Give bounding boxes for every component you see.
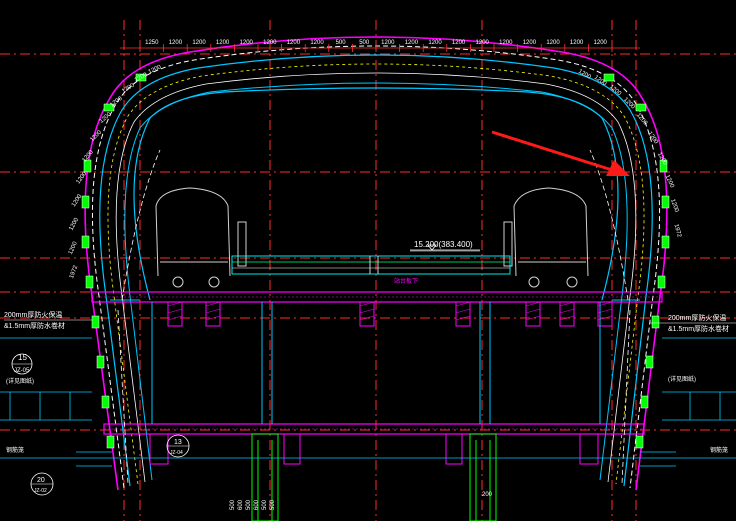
right-arc-dimension-text: 1972	[673, 224, 682, 239]
left-arc-dimension-text: 1200	[134, 72, 149, 84]
left-platform-area	[0, 337, 112, 467]
column-dimension-text: 600	[254, 499, 260, 510]
top-dimension-text: 1200	[476, 40, 490, 46]
track-platform	[231, 250, 511, 275]
right-arc-dimension-text: 1200	[577, 69, 592, 81]
left-arc-dimension-text: 1200	[148, 64, 163, 75]
callout-20-sub: JZ-02	[34, 488, 47, 494]
beam-hatch	[167, 301, 183, 307]
left-arc-dimension-text: 1200	[89, 129, 103, 143]
right-column-dimension: 200	[482, 492, 493, 498]
top-dimension-text: 1200	[452, 40, 466, 46]
left-sub-15: JZ-05	[14, 368, 30, 374]
column-dimension-text: 500	[246, 499, 252, 510]
left-note-line-1: 200mm厚防火保温	[4, 310, 62, 319]
callout-20-number: 20	[37, 477, 45, 484]
platform-note: 站台板下	[394, 277, 418, 285]
cad-drawing-viewport[interactable]: 1250 1200 1200 1200 1200 1200 1200 1200 500 500 12…	[0, 0, 736, 521]
red-arrow-annotation	[491, 130, 630, 176]
right-note-line-1: 200mm厚防火保温	[668, 313, 726, 322]
top-dimension-text: 1200	[310, 40, 324, 46]
bottom-piers	[149, 433, 599, 465]
right-platform-area	[640, 337, 736, 467]
left-side-note: (详见图纸)	[6, 377, 34, 385]
left-arc-dimension-text: 1200	[68, 217, 80, 232]
top-dimension-text: 1200	[216, 40, 230, 46]
left-arc-dimension-text: 1200	[71, 193, 84, 208]
beam-stubs	[167, 301, 613, 327]
beam-hatch	[359, 301, 375, 307]
top-dimension-text: 1200	[263, 40, 277, 46]
left-bottom-label: 钢筋笼	[6, 446, 24, 454]
column-dimension-text: 500	[270, 499, 276, 510]
right-bottom-label: 钢筋笼	[710, 446, 728, 454]
top-dimension-text: 1200	[405, 40, 419, 46]
cad-drawing-canvas[interactable]: 1250 1200 1200 1200 1200 1200 1200 1200 500 500 12…	[0, 0, 736, 521]
column-dimension-text: 500	[262, 499, 268, 510]
beam-hatch	[455, 301, 471, 307]
top-dimension-text: 1200	[523, 40, 537, 46]
top-dimension-text: 1200	[240, 40, 254, 46]
right-arc-dimension-text: 1200	[669, 198, 679, 213]
column-dimension-text: 600	[238, 499, 244, 510]
top-dimension-text: 1200	[381, 40, 395, 46]
beam-hatch	[525, 308, 541, 314]
beam-hatch	[525, 301, 541, 307]
top-dimension-text: 1200	[192, 40, 206, 46]
train-outline-left	[155, 187, 247, 288]
beam-hatch	[359, 308, 375, 314]
top-dimension-text: 1200	[594, 40, 608, 46]
right-note-line-2: &1.5mm厚防水卷材	[668, 324, 729, 333]
beam-hatch	[559, 308, 575, 314]
train-outline-right	[503, 187, 589, 288]
column-dimension-text: 500	[230, 499, 236, 510]
top-dimension-text: 1200	[499, 40, 513, 46]
top-dimension-text: 1200	[570, 40, 584, 46]
beam-hatch	[167, 308, 183, 314]
slab-structure	[91, 291, 663, 435]
top-dimension-text: 500	[336, 40, 347, 46]
bottom-columns	[251, 433, 497, 521]
beam-hatch	[559, 301, 575, 307]
left-arc-dimension-text: 1200	[109, 95, 124, 108]
left-note-line-2: &1.5mm厚防水卷材	[4, 321, 65, 330]
beam-hatch	[205, 308, 221, 314]
beam-hatch	[455, 308, 471, 314]
beam-hatch	[205, 301, 221, 307]
top-dimension-text: 1250	[145, 40, 159, 46]
bottom-column-dimensions: 500 600 500 600 500 500	[230, 499, 276, 510]
beam-hatch	[167, 315, 183, 321]
top-dimension-text: 1200	[287, 40, 301, 46]
top-dimension-text: 1200	[169, 40, 183, 46]
callout-13-sub: JZ-04	[170, 450, 183, 456]
top-dimension-text: 500	[359, 40, 370, 46]
right-side-note: (详见图纸)	[668, 375, 696, 383]
elevation-label: 15.200(383.400)	[414, 240, 473, 249]
top-dimension-text: 1200	[428, 40, 442, 46]
left-arc-dimension-text: 1972	[69, 264, 79, 279]
callout-13-number: 13	[174, 439, 182, 446]
left-arc-dimension-text: 1200	[68, 240, 79, 255]
top-dimension-text: 1200	[546, 40, 560, 46]
